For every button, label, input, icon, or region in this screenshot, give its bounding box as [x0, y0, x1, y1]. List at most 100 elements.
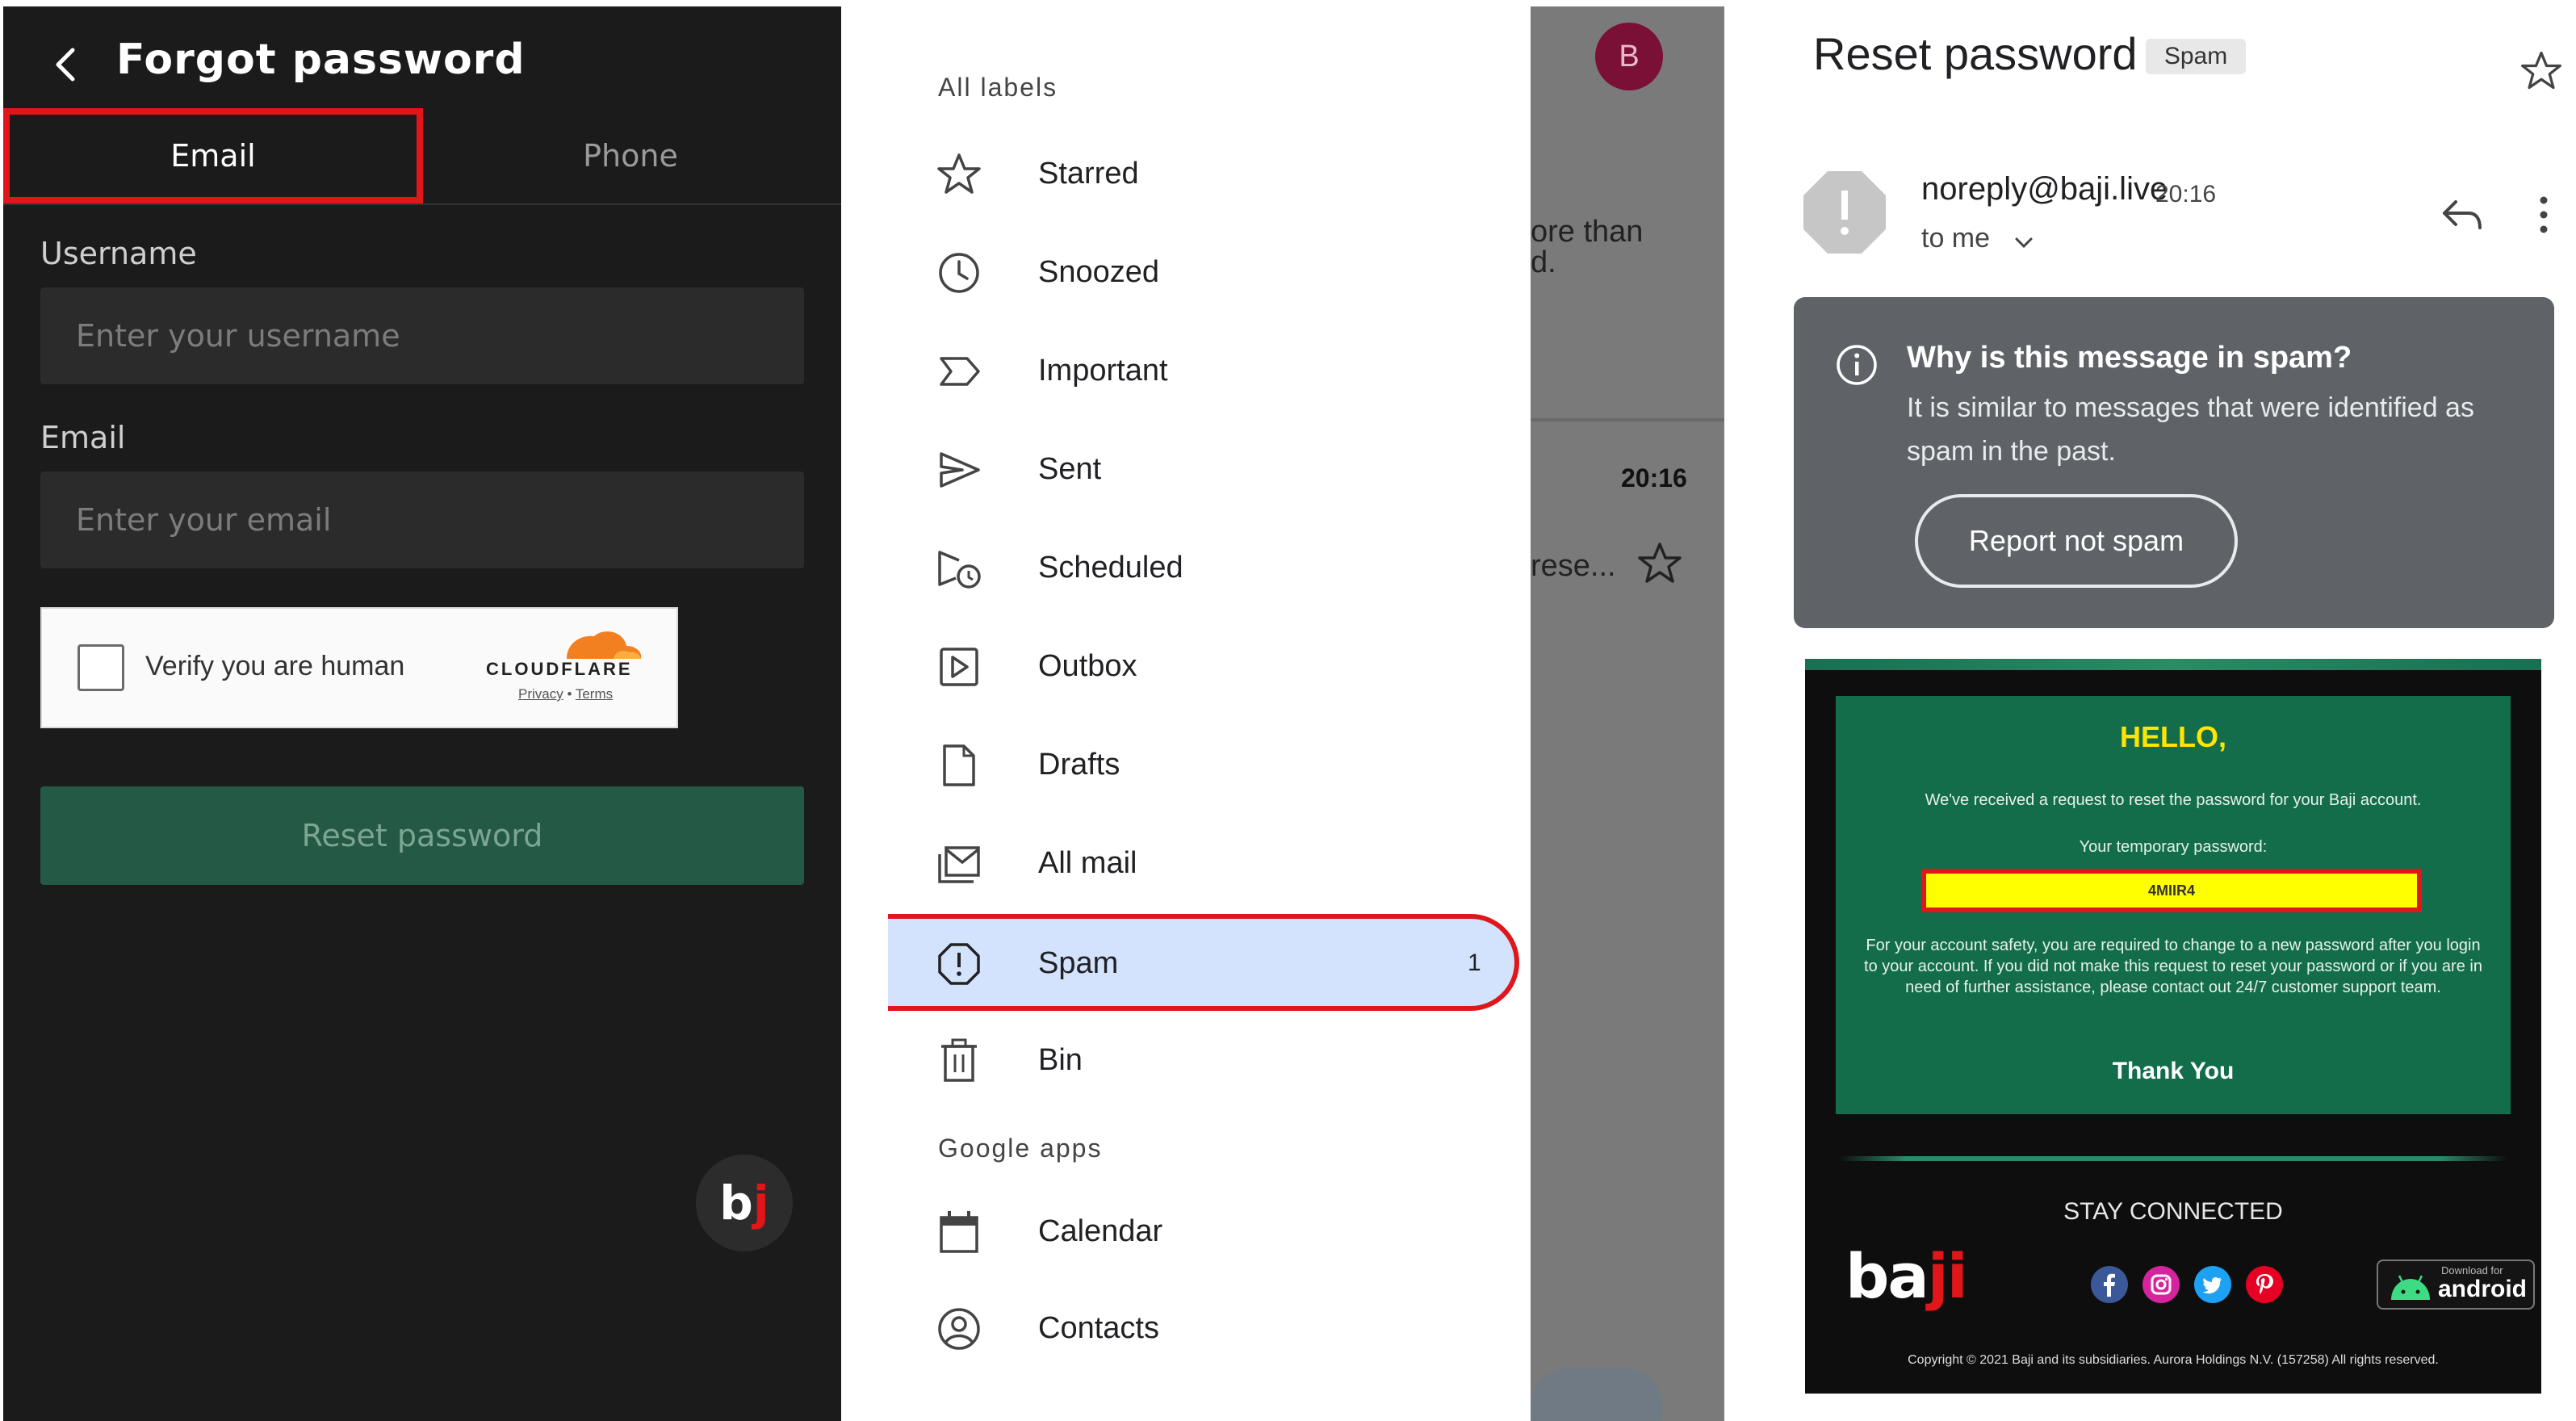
tab-email[interactable]: Email: [3, 108, 423, 203]
reply-icon[interactable]: [2438, 191, 2486, 239]
drawer-item-label: Snoozed: [1038, 255, 1160, 289]
spam-icon: [938, 943, 980, 985]
email-view-screen: Reset password Spam noreply@baji.live 20…: [1773, 6, 2576, 1421]
tab-divider: [3, 203, 841, 205]
drawer-item-label: Calendar: [1038, 1214, 1163, 1248]
drawer-item-bin[interactable]: Bin: [888, 1012, 1510, 1109]
link-separator: •: [567, 686, 572, 702]
android-badge-word: android: [2438, 1276, 2527, 1302]
android-badge-caption: Download for: [2441, 1264, 2503, 1276]
privacy-link[interactable]: Privacy: [518, 686, 563, 702]
outbox-icon: [940, 648, 978, 686]
terms-link[interactable]: Terms: [576, 686, 613, 702]
drawer-item-outbox[interactable]: Outbox: [888, 618, 1510, 715]
baji-logo: baji: [1845, 1240, 1968, 1312]
page-title: Forgot password: [116, 36, 526, 84]
spam-count-badge: 1: [1468, 949, 1481, 976]
section-google-apps: Google apps: [938, 1134, 1103, 1163]
facebook-icon[interactable]: [2091, 1266, 2128, 1303]
compose-fab-partial: [1531, 1368, 1663, 1421]
drawer-item-label: All mail: [1038, 846, 1137, 880]
gmail-labels-screen: B ore than d. 20:16 rese... All labels S…: [888, 6, 1724, 1421]
send-icon: [940, 452, 980, 488]
drawer-item-snoozed[interactable]: Snoozed: [888, 224, 1510, 321]
drawer-item-sent[interactable]: Sent: [888, 421, 1510, 518]
email-html-body: HELLO, We've received a request to reset…: [1805, 659, 2541, 1394]
important-icon: [940, 357, 980, 386]
username-input[interactable]: [40, 287, 804, 384]
mail-greeting: HELLO,: [2120, 720, 2226, 753]
all-mail-icon: [938, 846, 980, 883]
mail-body-text: For your account safety, you are require…: [1864, 937, 2482, 996]
logo-ba: ba: [1845, 1240, 1929, 1312]
drawer-item-important[interactable]: Important: [888, 323, 1510, 420]
mail-top-bar: [1805, 659, 2541, 670]
drawer-item-label: Spam: [1038, 946, 1119, 980]
drawer-item-contacts[interactable]: Contacts: [888, 1281, 1510, 1377]
drawer-item-label: Contacts: [1038, 1311, 1159, 1345]
background-text: ore than d.: [1531, 216, 1643, 278]
warning-avatar-icon: [1803, 171, 1886, 254]
email-label: Email: [40, 420, 126, 455]
drawer-item-calendar[interactable]: Calendar: [888, 1184, 1510, 1281]
back-arrow-icon[interactable]: [42, 40, 90, 89]
drawer-item-drafts[interactable]: Drafts: [888, 717, 1510, 814]
section-all-labels: All labels: [938, 73, 1058, 102]
scheduled-icon: [938, 551, 981, 589]
report-not-spam-button[interactable]: Report not spam: [1915, 494, 2238, 588]
captcha-checkbox[interactable]: [77, 644, 124, 691]
chevron-down-icon[interactable]: [2012, 231, 2036, 255]
spam-answer: It is similar to messages that were iden…: [1907, 392, 2474, 467]
contacts-icon: [938, 1308, 980, 1350]
star-icon[interactable]: [2519, 48, 2564, 94]
background-text-line1: ore than: [1531, 215, 1644, 249]
email-time: 20:16: [2155, 181, 2217, 207]
info-icon: [1837, 345, 1877, 385]
drawer-item-label: Sent: [1038, 452, 1102, 486]
drawer-item-label: Drafts: [1038, 748, 1120, 782]
email-input[interactable]: [40, 472, 804, 568]
mail-thanks: Thank You: [2112, 1058, 2235, 1084]
baji-floating-logo[interactable]: bj: [696, 1155, 793, 1251]
pinterest-icon[interactable]: [2246, 1266, 2283, 1303]
more-vertical-icon[interactable]: [2532, 191, 2556, 239]
mail-green-panel: HELLO, We've received a request to reset…: [1836, 696, 2511, 1114]
message-time: 20:16: [1621, 463, 1687, 493]
username-label: Username: [40, 236, 197, 271]
email-subject: Reset password: [1813, 28, 2138, 79]
drawer-item-all-mail[interactable]: All mail: [888, 815, 1510, 912]
temporary-password: 4MIIR4: [1921, 869, 2422, 912]
cloudflare-wordmark: CLOUDFLARE: [486, 659, 633, 679]
android-robot-icon: [2391, 1275, 2430, 1300]
mail-divider: [1839, 1156, 2507, 1161]
captcha-links: Privacy • Terms: [518, 686, 613, 702]
drawer-item-scheduled[interactable]: Scheduled: [888, 520, 1510, 617]
drawer-item-label: Starred: [1038, 157, 1139, 191]
list-divider: [1531, 418, 1724, 421]
navigation-drawer: All labels Starred Snoozed Important Sen…: [888, 6, 1531, 1421]
cloudflare-captcha: Verify you are human CLOUDFLARE Privacy …: [40, 607, 678, 728]
account-avatar[interactable]: B: [1595, 23, 1663, 90]
clock-icon: [939, 253, 979, 293]
logo-b: b: [719, 1176, 753, 1230]
tab-phone[interactable]: Phone: [423, 108, 838, 203]
background-text-line2: d.: [1531, 245, 1556, 279]
draft-icon: [943, 744, 975, 786]
download-android-badge[interactable]: Download for android: [2377, 1260, 2535, 1310]
recipient-summary[interactable]: to me: [1921, 223, 1990, 254]
stay-connected-heading: STAY CONNECTED: [2063, 1198, 2283, 1225]
instagram-icon[interactable]: [2142, 1266, 2180, 1303]
sender-address[interactable]: noreply@baji.live: [1921, 171, 2168, 207]
drawer-item-label: Outbox: [1038, 649, 1137, 683]
drawer-item-spam[interactable]: Spam 1: [888, 914, 1519, 1011]
message-preview: rese...: [1531, 549, 1616, 583]
logo-ji: ji: [1927, 1240, 1968, 1312]
mail-copyright: Copyright © 2021 Baji and its subsidiari…: [1908, 1353, 2439, 1367]
logo-j: j: [752, 1176, 769, 1230]
calendar-icon: [940, 1211, 978, 1253]
spam-label-chip[interactable]: Spam: [2146, 39, 2246, 74]
twitter-icon[interactable]: [2194, 1266, 2231, 1303]
drawer-item-starred[interactable]: Starred: [888, 126, 1510, 223]
reset-password-button[interactable]: Reset password: [40, 786, 804, 885]
spam-question: Why is this message in spam?: [1907, 341, 2352, 375]
